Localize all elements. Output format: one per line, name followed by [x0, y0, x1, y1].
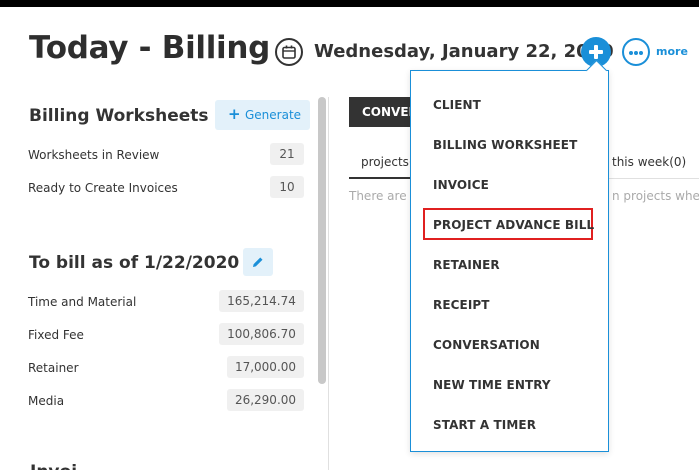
- panel-divider: [328, 97, 329, 470]
- retainer-value: 17,000.00: [227, 356, 304, 378]
- to-bill-title: To bill as of 1/22/2020: [29, 253, 240, 273]
- time-material-label[interactable]: Time and Material: [28, 295, 136, 309]
- menu-item-receipt[interactable]: RECEIPT: [433, 298, 490, 312]
- add-new-dropdown: CLIENT BILLING WORKSHEET INVOICE PROJECT…: [410, 70, 609, 452]
- menu-item-new-time-entry[interactable]: NEW TIME ENTRY: [433, 378, 551, 392]
- empty-message-start: There are n: [349, 189, 419, 203]
- worksheets-title: Billing Worksheets: [29, 106, 209, 126]
- ready-invoices-label[interactable]: Ready to Create Invoices: [28, 181, 178, 195]
- plus-icon: +: [228, 105, 241, 123]
- empty-message-end: n projects wher: [612, 189, 699, 203]
- generate-label: Generate: [245, 108, 302, 122]
- menu-item-retainer[interactable]: RETAINER: [433, 258, 500, 272]
- worksheets-review-label[interactable]: Worksheets in Review: [28, 148, 159, 162]
- menu-item-client[interactable]: CLIENT: [433, 98, 481, 112]
- pencil-icon: [253, 257, 263, 267]
- fixed-fee-label[interactable]: Fixed Fee: [28, 328, 84, 342]
- next-section-title: Invoi: [30, 462, 77, 470]
- edit-button[interactable]: [243, 248, 273, 276]
- generate-button[interactable]: + Generate: [215, 100, 310, 130]
- dot-icon: [639, 51, 643, 55]
- dot-icon: [634, 51, 638, 55]
- dot-icon: [629, 51, 633, 55]
- worksheets-review-count: 21: [270, 143, 304, 165]
- calendar-icon[interactable]: [275, 38, 303, 66]
- ready-invoices-count: 10: [270, 176, 304, 198]
- tab-projects[interactable]: projects(: [361, 155, 414, 169]
- more-icon[interactable]: [622, 38, 650, 66]
- more-link[interactable]: more: [656, 45, 688, 58]
- media-label[interactable]: Media: [28, 394, 64, 408]
- time-material-value: 165,214.74: [219, 290, 304, 312]
- retainer-label[interactable]: Retainer: [28, 361, 79, 375]
- menu-item-conversation[interactable]: CONVERSATION: [433, 338, 540, 352]
- page-title: Today - Billing: [29, 30, 271, 66]
- tab-conversations[interactable]: CONVERSATIONS: [349, 97, 413, 127]
- media-value: 26,290.00: [227, 389, 304, 411]
- tab-underline-active: [349, 177, 411, 179]
- left-panel-scrollbar[interactable]: [318, 97, 326, 384]
- menu-item-start-timer[interactable]: START A TIMER: [433, 418, 536, 432]
- menu-item-invoice[interactable]: INVOICE: [433, 178, 489, 192]
- current-date: Wednesday, January 22, 2020: [314, 41, 614, 62]
- fixed-fee-value: 100,806.70: [219, 323, 304, 345]
- menu-item-billing-worksheet[interactable]: BILLING WORKSHEET: [433, 138, 577, 152]
- top-bar: [0, 0, 699, 7]
- tab-this-week[interactable]: this week(0): [612, 155, 686, 169]
- menu-item-project-advance-bill[interactable]: PROJECT ADVANCE BILL: [433, 218, 594, 232]
